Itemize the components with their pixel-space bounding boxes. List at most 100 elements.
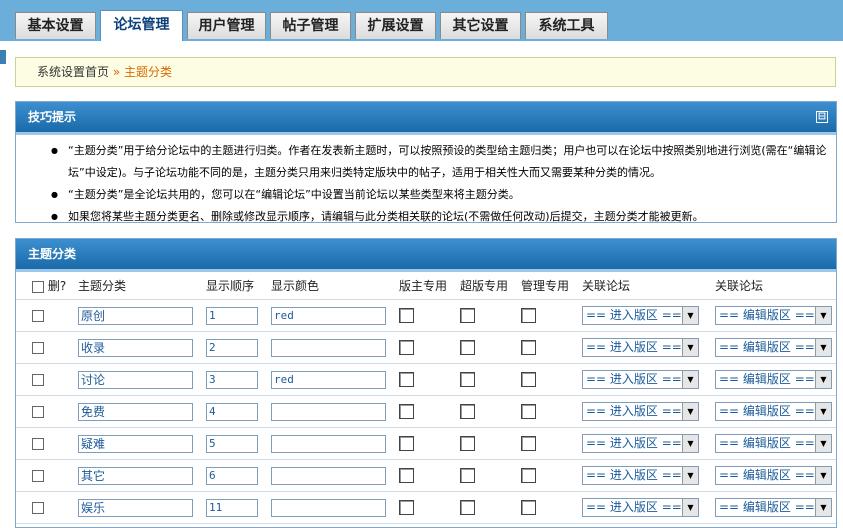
chevron-down-icon[interactable]: ▼: [815, 467, 831, 484]
category-name-input[interactable]: 免费: [78, 402, 193, 421]
moderator-only-checkbox[interactable]: [399, 436, 414, 451]
delete-checkbox[interactable]: [32, 438, 44, 450]
super-moderator-only-checkbox[interactable]: [460, 404, 475, 419]
admin-only-checkbox[interactable]: [521, 500, 536, 515]
chevron-down-icon[interactable]: ▼: [682, 499, 698, 516]
collapse-icon[interactable]: ⊟: [816, 111, 828, 123]
admin-only-checkbox[interactable]: [521, 372, 536, 387]
super-moderator-only-checkbox[interactable]: [460, 308, 475, 323]
tab-user-management[interactable]: 用户管理: [187, 12, 266, 39]
delete-checkbox[interactable]: [32, 470, 44, 482]
edit-forum-select[interactable]: == 编辑版区 == ▼: [715, 434, 832, 453]
select-all-checkbox[interactable]: [32, 280, 44, 293]
moderator-only-checkbox[interactable]: [399, 404, 414, 419]
chevron-down-icon[interactable]: ▼: [815, 371, 831, 388]
display-order-input[interactable]: 3: [206, 370, 258, 389]
moderator-only-checkbox[interactable]: [399, 500, 414, 515]
admin-only-checkbox[interactable]: [521, 468, 536, 483]
chevron-down-icon[interactable]: ▼: [815, 435, 831, 452]
edit-forum-select-value: == 编辑版区 ==: [719, 468, 815, 482]
tab-basic-settings[interactable]: 基本设置: [15, 12, 96, 39]
delete-checkbox[interactable]: [32, 502, 44, 514]
tips-panel-title: 技巧提示: [28, 110, 77, 124]
admin-only-checkbox[interactable]: [521, 340, 536, 355]
tab-forum-management[interactable]: 论坛管理: [100, 10, 183, 41]
enter-forum-select[interactable]: == 进入版区 == ▼: [582, 466, 699, 485]
display-order-input[interactable]: 1: [206, 306, 258, 325]
edit-forum-select[interactable]: == 编辑版区 == ▼: [715, 306, 832, 325]
edit-forum-select-value: == 编辑版区 ==: [719, 500, 815, 514]
delete-checkbox[interactable]: [32, 310, 44, 322]
chevron-down-icon[interactable]: ▼: [815, 403, 831, 420]
moderator-only-checkbox[interactable]: [399, 340, 414, 355]
tab-system-tools[interactable]: 系统工具: [525, 12, 608, 39]
super-moderator-only-checkbox[interactable]: [460, 340, 475, 355]
tips-panel-header: 技巧提示 ⊟: [16, 102, 836, 135]
super-moderator-only-checkbox[interactable]: [460, 436, 475, 451]
chevron-down-icon[interactable]: ▼: [682, 435, 698, 452]
edit-forum-select[interactable]: == 编辑版区 == ▼: [715, 466, 832, 485]
chevron-down-icon[interactable]: ▼: [682, 339, 698, 356]
super-moderator-only-checkbox[interactable]: [460, 500, 475, 515]
edit-forum-select[interactable]: == 编辑版区 == ▼: [715, 402, 832, 421]
tab-post-management[interactable]: 帖子管理: [270, 12, 351, 39]
category-name-input[interactable]: 原创: [78, 306, 193, 325]
chevron-down-icon[interactable]: ▼: [815, 339, 831, 356]
moderator-only-checkbox[interactable]: [399, 308, 414, 323]
enter-forum-select[interactable]: == 进入版区 == ▼: [582, 434, 699, 453]
admin-only-checkbox[interactable]: [521, 436, 536, 451]
display-order-input[interactable]: 2: [206, 338, 258, 357]
display-order-input[interactable]: 4: [206, 402, 258, 421]
top-tab-bar: 基本设置 论坛管理 用户管理 帖子管理 扩展设置 其它设置 系统工具: [0, 0, 843, 41]
display-color-input[interactable]: [271, 466, 386, 485]
edit-forum-select[interactable]: == 编辑版区 == ▼: [715, 498, 832, 517]
moderator-only-checkbox[interactable]: [399, 468, 414, 483]
chevron-down-icon[interactable]: ▼: [682, 371, 698, 388]
color-column-header: 显示颜色: [271, 272, 399, 300]
edit-forum-select[interactable]: == 编辑版区 == ▼: [715, 370, 832, 389]
display-color-input[interactable]: red: [271, 306, 386, 325]
display-color-input[interactable]: [271, 402, 386, 421]
category-name-input[interactable]: 其它: [78, 466, 193, 485]
display-color-input[interactable]: [271, 434, 386, 453]
enter-forum-select-value: == 进入版区 ==: [586, 308, 682, 322]
enter-forum-select-value: == 进入版区 ==: [586, 404, 682, 418]
enter-forum-select[interactable]: == 进入版区 == ▼: [582, 402, 699, 421]
super-moderator-only-checkbox[interactable]: [460, 372, 475, 387]
breadcrumb-home-link[interactable]: 系统设置首页: [37, 65, 109, 79]
tip-item: “主题分类”用于给分论坛中的主题进行归类。作者在发表新主题时，可以按照预设的类型…: [51, 140, 834, 184]
moderator-only-checkbox[interactable]: [399, 372, 414, 387]
delete-checkbox[interactable]: [32, 406, 44, 418]
chevron-down-icon[interactable]: ▼: [682, 403, 698, 420]
display-color-input[interactable]: [271, 338, 386, 357]
admin-only-checkbox[interactable]: [521, 404, 536, 419]
tab-extension-settings[interactable]: 扩展设置: [355, 12, 436, 39]
table-row: 讨论 3 red == 进入版区 == ▼ == 编辑版区 == ▼: [16, 363, 836, 396]
category-name-input[interactable]: 娱乐: [78, 498, 193, 517]
chevron-down-icon[interactable]: ▼: [815, 499, 831, 516]
category-name-input[interactable]: 收录: [78, 338, 193, 357]
edit-forum-select[interactable]: == 编辑版区 == ▼: [715, 338, 832, 357]
super-moderator-only-checkbox[interactable]: [460, 468, 475, 483]
display-color-input[interactable]: [271, 498, 386, 517]
chevron-down-icon[interactable]: ▼: [682, 467, 698, 484]
sidebar-toggle-marker[interactable]: [0, 50, 6, 64]
chevron-down-icon[interactable]: ▼: [815, 307, 831, 324]
delete-checkbox[interactable]: [32, 374, 44, 386]
enter-forum-select[interactable]: == 进入版区 == ▼: [582, 498, 699, 517]
category-name-input[interactable]: 疑难: [78, 434, 193, 453]
tab-other-settings[interactable]: 其它设置: [440, 12, 521, 39]
enter-forum-select[interactable]: == 进入版区 == ▼: [582, 338, 699, 357]
display-order-input[interactable]: 11: [206, 498, 258, 517]
chevron-down-icon[interactable]: ▼: [682, 307, 698, 324]
enter-forum-select[interactable]: == 进入版区 == ▼: [582, 306, 699, 325]
category-name-input[interactable]: 讨论: [78, 370, 193, 389]
display-order-input[interactable]: 5: [206, 434, 258, 453]
display-order-input[interactable]: 6: [206, 466, 258, 485]
enter-forum-select[interactable]: == 进入版区 == ▼: [582, 370, 699, 389]
table-row: 免费 4 == 进入版区 == ▼ == 编辑版区 == ▼: [16, 395, 836, 428]
delete-checkbox[interactable]: [32, 342, 44, 354]
display-color-input[interactable]: red: [271, 370, 386, 389]
enter-forum-select-value: == 进入版区 ==: [586, 340, 682, 354]
admin-only-checkbox[interactable]: [521, 308, 536, 323]
